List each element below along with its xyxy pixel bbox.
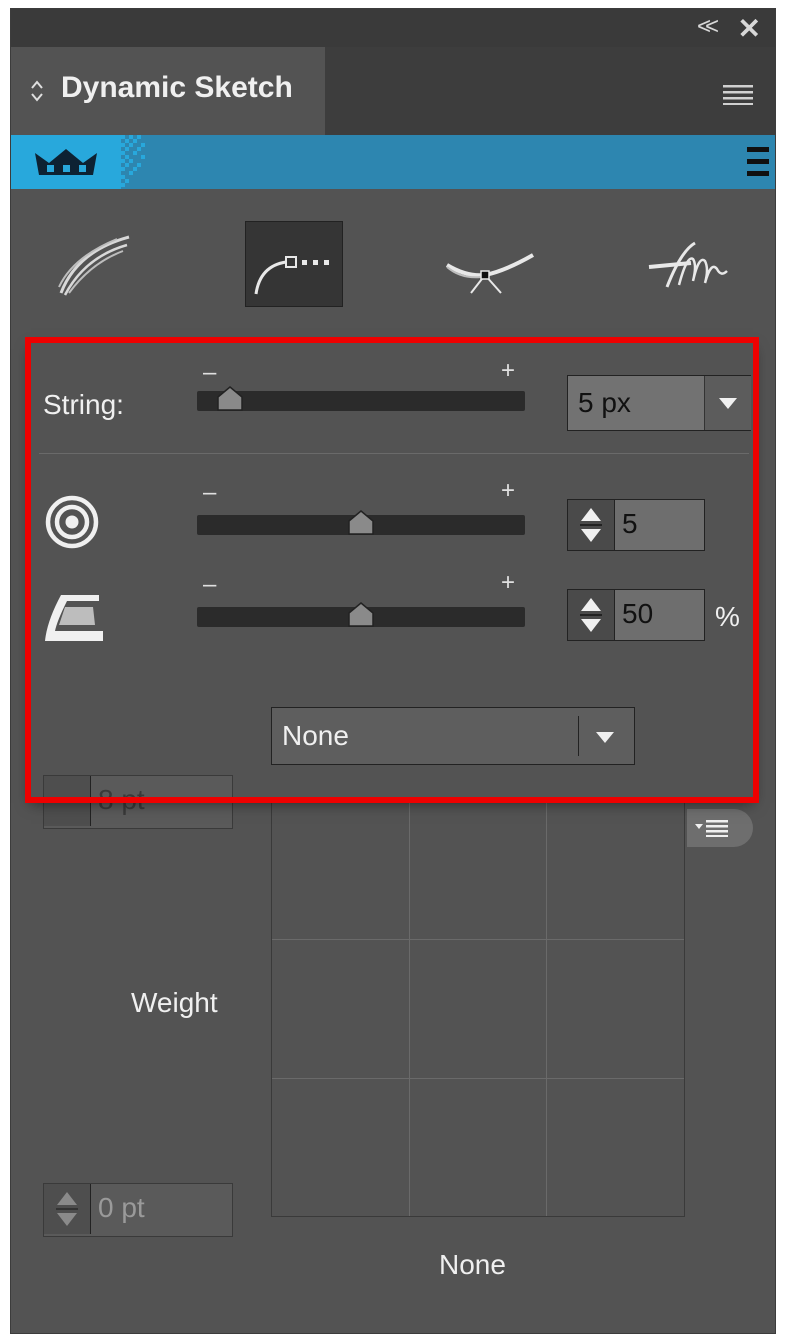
- collapse-panel-button[interactable]: <<: [697, 13, 719, 41]
- smoothing-stepper-arrows[interactable]: [568, 590, 615, 640]
- list-menu-icon: [695, 820, 728, 837]
- plugin-header-bar: [11, 135, 775, 189]
- up-down-arrows-icon: [580, 598, 602, 632]
- tab-bar: Dynamic Sketch: [11, 47, 775, 135]
- max-weight-value: 8 pt: [98, 784, 145, 815]
- tool-scribble-mode[interactable]: [641, 221, 737, 305]
- chevron-down-icon: [719, 398, 737, 409]
- smoothing-value: 50: [622, 598, 654, 629]
- rings-slider-thumb[interactable]: [347, 509, 375, 535]
- rings-stepper[interactable]: 5: [567, 499, 705, 551]
- smoothing-minus-label: –: [203, 571, 217, 598]
- rings-stepper-arrows[interactable]: [568, 500, 615, 550]
- section-divider: [39, 453, 749, 454]
- panel-title-strip: << ✕: [11, 9, 775, 47]
- panel-menu-icon[interactable]: [723, 85, 753, 105]
- max-weight-stepper[interactable]: 8 pt: [43, 775, 233, 829]
- width-profile-grid[interactable]: [271, 797, 685, 1217]
- rings-plus-label: +: [501, 477, 516, 504]
- grid-line: [409, 798, 410, 1216]
- string-minus-label: –: [203, 359, 217, 386]
- grid-line: [272, 939, 684, 940]
- rings-value: 5: [622, 508, 638, 539]
- smoothing-stepper[interactable]: 50: [567, 589, 705, 641]
- panel-title: Dynamic Sketch: [61, 71, 293, 104]
- string-label: String:: [43, 389, 124, 420]
- rings-minus-label: –: [203, 479, 217, 506]
- string-plus-label: +: [501, 357, 516, 384]
- plugin-menu-icon[interactable]: [747, 147, 769, 177]
- dither-pattern-icon: [121, 135, 145, 187]
- crown-icon: [35, 149, 97, 175]
- string-size-value: 5 px: [578, 387, 631, 418]
- sketch-strokes-icon: [58, 235, 130, 296]
- scribble-icon: [648, 241, 728, 288]
- up-down-arrows-icon: [56, 1192, 78, 1226]
- string-slider[interactable]: [197, 391, 525, 411]
- tool-string-mode[interactable]: [245, 221, 343, 307]
- dropdown-separator: [578, 716, 579, 756]
- close-panel-button[interactable]: ✕: [738, 12, 761, 45]
- tool-join-mode[interactable]: [441, 221, 537, 305]
- profile-dropdown-value: None: [282, 720, 349, 751]
- weight-label: Weight: [131, 987, 218, 1018]
- smoothing-plus-label: +: [501, 569, 516, 596]
- grid-line: [546, 798, 547, 1216]
- max-weight-stepper-arrows[interactable]: [44, 776, 91, 826]
- smoothing-unit-label: %: [715, 601, 740, 632]
- up-down-arrows-icon: [580, 508, 602, 542]
- profile-options-button[interactable]: [687, 809, 753, 847]
- string-slider-thumb[interactable]: [216, 385, 244, 411]
- chevron-down-icon: [596, 732, 614, 743]
- crown-logo-button[interactable]: [11, 135, 121, 189]
- iron-icon: [45, 595, 103, 641]
- tool-sketch-strokes[interactable]: [47, 221, 143, 305]
- string-size-dropdown[interactable]: 5 px: [567, 375, 751, 431]
- string-curve-icon: [254, 256, 329, 295]
- min-weight-stepper[interactable]: 0 pt: [43, 1183, 233, 1237]
- concentric-circles-icon: [45, 495, 99, 549]
- min-weight-value: 0 pt: [98, 1192, 145, 1223]
- profile-dropdown[interactable]: None: [271, 707, 635, 765]
- min-weight-stepper-arrows[interactable]: [44, 1184, 91, 1234]
- expand-arrows-icon: [31, 80, 43, 102]
- tab-dynamic-sketch[interactable]: Dynamic Sketch: [11, 47, 325, 135]
- grid-line: [272, 1078, 684, 1079]
- dynamic-sketch-panel: << ✕ Dynamic Sketch String: – + 5 px – +…: [10, 8, 776, 1334]
- profile-name-label: None: [439, 1249, 506, 1280]
- smoothing-slider-thumb[interactable]: [347, 601, 375, 627]
- string-size-dropdown-button[interactable]: [704, 376, 751, 430]
- join-curves-icon: [445, 253, 534, 294]
